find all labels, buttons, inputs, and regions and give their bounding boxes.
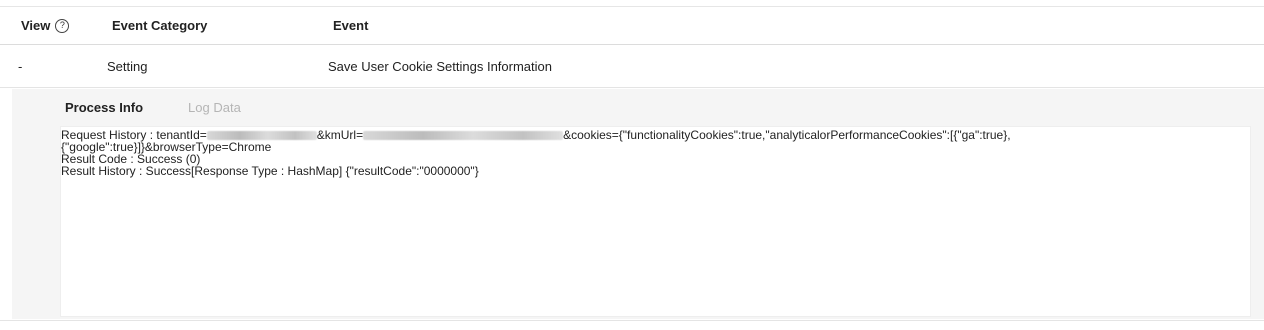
redacted-tenant-id [206,131,317,141]
row-view-toggle[interactable]: - [18,59,22,74]
tab-process-info[interactable]: Process Info [65,100,143,115]
request-history-line-2: {"google":true}]}&browserType=Chrome [61,140,272,154]
help-icon[interactable]: ? [55,18,70,33]
row-event: Save User Cookie Settings Information [328,59,552,74]
header-view: View ? [21,18,70,33]
redacted-km-url [363,131,564,141]
detail-panel: Process Info Log Data Request History : … [12,89,1264,319]
table-header: View ? Event Category Event [0,6,1264,45]
row-event-category: Setting [107,59,148,74]
result-history-line: Result History : Success[Response Type :… [61,164,479,178]
tab-log-data[interactable]: Log Data [188,100,241,115]
kmurl-label: &kmUrl= [316,128,364,142]
header-event-category: Event Category [112,18,208,33]
divider [0,320,1264,321]
process-info-content: Request History : tenantId= &kmUrl= &cooki… [60,126,1251,317]
header-view-label: View [21,18,51,33]
event-log-page: View ? Event Category Event - Setting Sa… [0,0,1264,330]
cookies-text: &cookies={"functionalityCookies":true,"a… [563,128,1011,142]
header-event: Event [333,18,369,33]
request-history-line: Request History : tenantId= &kmUrl= &cooki… [61,129,1250,141]
table-row[interactable]: - Setting Save User Cookie Settings Info… [0,45,1264,88]
detail-tabs: Process Info Log Data [65,100,241,115]
